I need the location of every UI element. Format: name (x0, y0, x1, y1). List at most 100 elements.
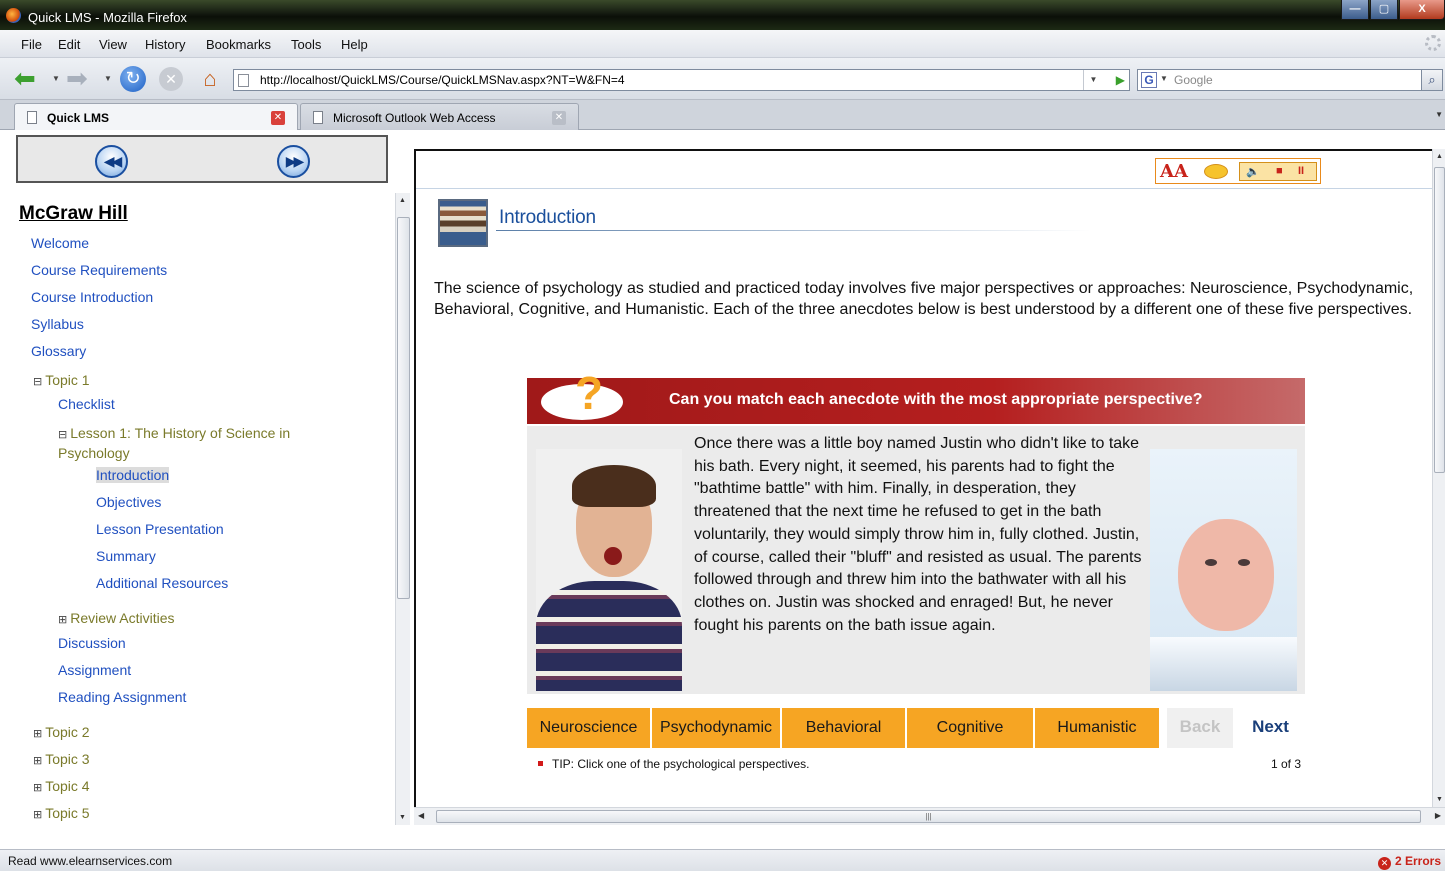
speech-bubble-icon[interactable] (1204, 164, 1228, 179)
scroll-right-arrow-icon[interactable]: ▶ (1435, 811, 1441, 820)
nav-topic-5-label[interactable]: Topic 5 (45, 805, 89, 821)
nav-topic-2-label[interactable]: Topic 2 (45, 724, 89, 740)
menu-tools[interactable]: Tools (291, 37, 321, 52)
engine-dropdown-icon[interactable]: ▼ (1160, 74, 1168, 83)
nav-topic-3[interactable]: ⊞ Topic 3 (33, 751, 90, 767)
choice-humanistic[interactable]: Humanistic (1035, 708, 1159, 748)
nav-course-requirements[interactable]: Course Requirements (31, 262, 167, 278)
error-count[interactable]: 2 Errors (1395, 854, 1441, 868)
nav-vertical-scrollbar[interactable]: ▲ ▼ (395, 193, 410, 825)
nav-topic-3-label[interactable]: Topic 3 (45, 751, 89, 767)
expand-icon[interactable]: ⊞ (33, 755, 42, 767)
tab-quick-lms[interactable]: Quick LMS ✕ (14, 103, 298, 130)
close-tab-icon[interactable]: ✕ (552, 111, 566, 125)
nav-topic-1-label[interactable]: Topic 1 (45, 372, 89, 388)
choice-neuroscience[interactable]: Neuroscience (527, 708, 650, 748)
nav-syllabus[interactable]: Syllabus (31, 316, 84, 332)
nav-lesson-presentation[interactable]: Lesson Presentation (96, 521, 224, 537)
nav-reading-assignment[interactable]: Reading Assignment (58, 689, 186, 705)
nav-topic-2[interactable]: ⊞ Topic 2 (33, 724, 90, 740)
tab-outlook-web-access[interactable]: Microsoft Outlook Web Access ✕ (300, 103, 579, 130)
address-bar[interactable]: http://localhost/QuickLMS/Course/QuickLM… (233, 69, 1130, 91)
menu-bar: File Edit View History Bookmarks Tools H… (0, 30, 1445, 58)
expand-icon[interactable]: ⊞ (33, 728, 42, 740)
expand-icon[interactable]: ⊞ (58, 614, 67, 626)
next-button[interactable]: Next (1236, 708, 1305, 748)
reload-icon[interactable]: ↻ (120, 66, 146, 92)
close-window-button[interactable]: X (1399, 0, 1445, 20)
pause-audio-icon[interactable]: II (1298, 165, 1304, 177)
maximize-button[interactable]: ▢ (1370, 0, 1398, 20)
menu-view[interactable]: View (99, 37, 127, 52)
google-engine-icon[interactable]: G (1141, 72, 1157, 88)
forward-arrow-icon[interactable]: ➡ (66, 65, 96, 91)
nav-topic-4-label[interactable]: Topic 4 (45, 778, 89, 794)
fast-forward-icon[interactable]: ▶▶ (277, 145, 310, 178)
search-magnifier-icon[interactable]: ⌕ (1421, 69, 1443, 91)
scroll-left-arrow-icon[interactable]: ◀ (418, 811, 424, 820)
scroll-down-arrow-icon[interactable]: ▼ (1436, 796, 1443, 803)
nav-introduction[interactable]: Introduction (96, 467, 170, 483)
speaker-icon[interactable]: 🔈 (1246, 165, 1260, 178)
nav-additional-resources[interactable]: Additional Resources (96, 575, 228, 591)
menu-edit[interactable]: Edit (58, 37, 80, 52)
navigation-toolbar: ⬅ ▼ ➡ ▼ ↻ ✕ ⌂ http://localhost/QuickLMS/… (0, 58, 1445, 100)
nav-course-introduction[interactable]: Course Introduction (31, 289, 153, 305)
nav-lesson-1-label[interactable]: Lesson 1: The History of Science in Psyc… (58, 425, 290, 461)
choice-psychodynamic[interactable]: Psychodynamic (652, 708, 780, 748)
scroll-thumb[interactable] (397, 217, 410, 599)
scroll-thumb[interactable] (1434, 167, 1445, 473)
go-arrow-icon[interactable]: ▶ (1116, 73, 1125, 87)
title-underline (496, 230, 1091, 231)
nav-assignment[interactable]: Assignment (58, 662, 131, 678)
home-icon[interactable]: ⌂ (196, 65, 224, 93)
scroll-up-arrow-icon[interactable]: ▲ (399, 197, 406, 204)
nav-lesson-1[interactable]: ⊟ Lesson 1: The History of Science in Psy… (58, 424, 328, 462)
back-history-dropdown-icon[interactable]: ▼ (52, 74, 60, 83)
choice-behavioral[interactable]: Behavioral (782, 708, 905, 748)
menu-history[interactable]: History (145, 37, 185, 52)
search-placeholder[interactable]: Google (1174, 73, 1213, 87)
nav-review-activities-label[interactable]: Review Activities (70, 610, 174, 626)
nav-glossary[interactable]: Glossary (31, 343, 86, 359)
collapse-icon[interactable]: ⊟ (33, 376, 42, 388)
menu-file[interactable]: File (21, 37, 42, 52)
choice-cognitive[interactable]: Cognitive (907, 708, 1033, 748)
nav-checklist[interactable]: Checklist (58, 396, 115, 412)
nav-topic-4[interactable]: ⊞ Topic 4 (33, 778, 90, 794)
scroll-thumb[interactable]: ||| (436, 810, 1421, 823)
nav-review-activities[interactable]: ⊞ Review Activities (58, 610, 174, 626)
close-tab-icon[interactable]: ✕ (271, 111, 285, 125)
menu-bookmarks[interactable]: Bookmarks (206, 37, 271, 52)
stop-icon[interactable]: ✕ (159, 67, 183, 91)
expand-icon[interactable]: ⊞ (33, 782, 42, 794)
lesson-horizontal-scrollbar[interactable]: ◀ ||| ▶ (414, 807, 1445, 825)
nav-welcome[interactable]: Welcome (31, 235, 89, 251)
page-vertical-scrollbar[interactable]: ▲ ▼ (1432, 149, 1445, 807)
back-button[interactable]: Back (1167, 708, 1233, 748)
nav-discussion[interactable]: Discussion (58, 635, 126, 651)
error-console-indicator[interactable]: ✕ 2 Errors (1377, 854, 1441, 870)
tab-bar: Quick LMS ✕ Microsoft Outlook Web Access… (0, 100, 1445, 130)
rewind-icon[interactable]: ◀◀ (95, 145, 128, 178)
text-size-icon[interactable]: AA (1160, 161, 1188, 182)
forward-history-dropdown-icon[interactable]: ▼ (104, 74, 112, 83)
nav-topic-1[interactable]: ⊟ Topic 1 (33, 372, 90, 388)
stop-audio-icon[interactable]: ■ (1276, 165, 1283, 177)
collapse-icon[interactable]: ⊟ (58, 429, 67, 441)
minimize-button[interactable]: — (1341, 0, 1369, 20)
scroll-down-arrow-icon[interactable]: ▼ (399, 814, 406, 821)
nav-topic-5[interactable]: ⊞ Topic 5 (33, 805, 90, 821)
back-arrow-icon[interactable]: ⬅ (14, 65, 46, 91)
scroll-up-arrow-icon[interactable]: ▲ (1436, 153, 1443, 160)
url-text[interactable]: http://localhost/QuickLMS/Course/QuickLM… (260, 73, 625, 87)
menu-help[interactable]: Help (341, 37, 368, 52)
search-box[interactable]: G ▼ Google (1137, 69, 1427, 91)
expand-icon[interactable]: ⊞ (33, 809, 42, 821)
course-heading[interactable]: McGraw Hill (19, 203, 128, 225)
url-dropdown-icon[interactable]: ▼ (1083, 70, 1103, 90)
nav-summary[interactable]: Summary (96, 548, 156, 564)
question-mark-icon: ? (575, 367, 604, 419)
tab-list-dropdown-icon[interactable]: ▼ (1435, 110, 1443, 119)
nav-objectives[interactable]: Objectives (96, 494, 161, 510)
